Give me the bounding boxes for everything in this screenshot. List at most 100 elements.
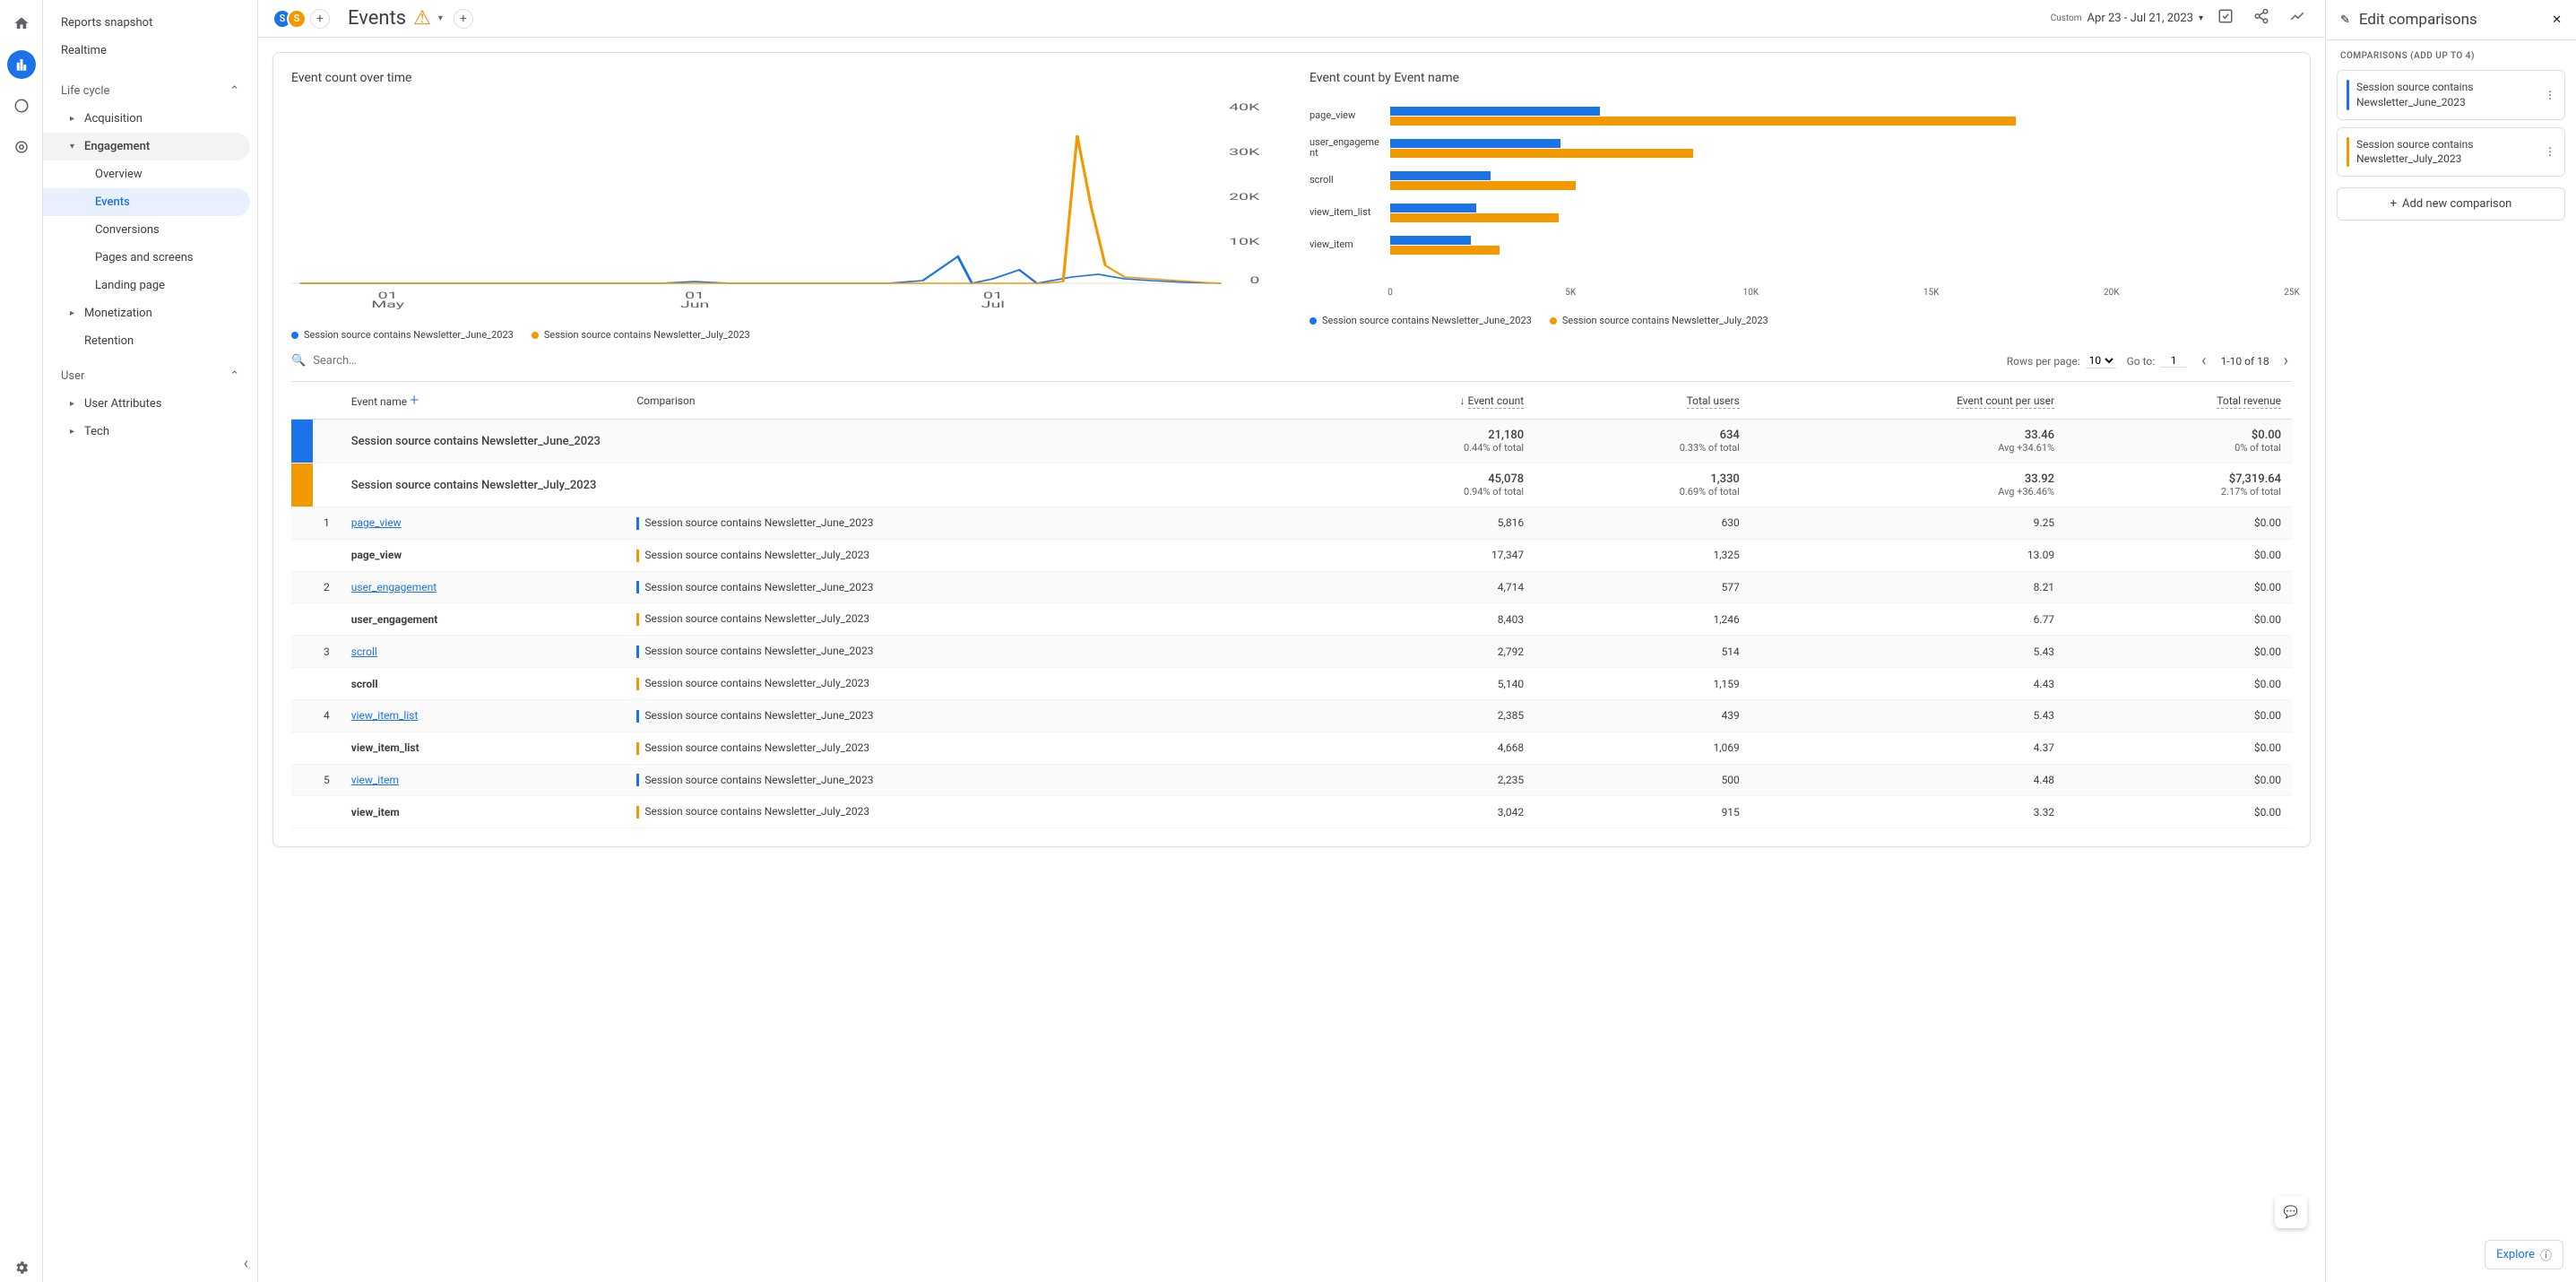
sidebar-reports-snapshot[interactable]: Reports snapshot	[43, 9, 257, 37]
bar	[1390, 236, 1471, 245]
row-ec: 4,714	[1309, 571, 1535, 603]
row-ec: 4,668	[1309, 732, 1535, 764]
line-chart-title: Event count over time	[291, 71, 1274, 85]
row-comp: Session source contains Newsletter_July_…	[626, 668, 1308, 700]
col-event[interactable]: Event name	[351, 395, 407, 408]
add-dimension-icon[interactable]: +	[410, 391, 419, 410]
comparison-card-2[interactable]: Session source contains Newsletter_July_…	[2337, 127, 2565, 178]
nav-retention-label: Retention	[84, 334, 134, 348]
col-comparison[interactable]: Comparison	[636, 394, 695, 407]
col-ecpu[interactable]: Event count per user	[1957, 394, 2054, 409]
bar-xtick: 15K	[1923, 288, 1940, 298]
goto-input[interactable]	[2160, 354, 2187, 368]
row-tu: 1,246	[1534, 603, 1750, 636]
event-link[interactable]: user_engagement	[351, 581, 437, 593]
row-stripe	[291, 507, 313, 540]
comparison-card-1[interactable]: Session source contains Newsletter_June_…	[2337, 70, 2565, 120]
rows-per-select[interactable]: 10	[2086, 353, 2116, 368]
chevron-down-icon[interactable]: ▾	[438, 13, 443, 23]
date-range-picker[interactable]: Custom Apr 23 - Jul 21, 2023 ▾	[2051, 12, 2203, 25]
search-icon: 🔍	[291, 354, 306, 368]
close-icon[interactable]: ✕	[2552, 13, 2562, 27]
edit-comparisons-panel: ✎ Edit comparisons ✕ COMPARISONS (ADD UP…	[2325, 0, 2576, 1282]
nav-engagement[interactable]: ▾Engagement	[43, 133, 250, 160]
home-icon[interactable]	[7, 9, 36, 38]
row-ecpu: 3.32	[1750, 796, 2065, 828]
row-ecpu: 5.43	[1750, 699, 2065, 732]
event-link[interactable]: view_item_list	[351, 709, 419, 722]
next-page-icon[interactable]: ›	[2280, 351, 2292, 370]
col-total-users[interactable]: Total users	[1687, 394, 1740, 409]
row-stripe	[291, 699, 313, 732]
bar-chart-col: Event count by Event name page_viewuser_…	[1310, 71, 2292, 341]
gear-icon[interactable]	[7, 1253, 36, 1282]
row-num: 2	[313, 571, 341, 603]
sub-pages[interactable]: Pages and screens	[43, 244, 250, 272]
share-icon[interactable]	[2248, 8, 2275, 29]
search-input[interactable]	[313, 354, 492, 368]
row-num	[313, 732, 341, 764]
sub-events[interactable]: Events	[43, 188, 250, 216]
comparison-1-text: Session source contains Newsletter_June_…	[2356, 80, 2537, 110]
section-user[interactable]: User ⌃	[43, 362, 257, 390]
sub-overview[interactable]: Overview	[43, 160, 250, 188]
feedback-icon[interactable]: 💬	[2275, 1196, 2307, 1228]
sub-conversions[interactable]: Conversions	[43, 216, 250, 244]
event-link[interactable]: view_item	[351, 774, 399, 786]
row-event: view_item_list	[341, 732, 627, 764]
row-num	[313, 603, 341, 636]
nav-tech[interactable]: ▸Tech	[43, 418, 250, 446]
xtick-jun: 01Jun	[680, 290, 709, 310]
prev-page-icon[interactable]: ‹	[2198, 351, 2209, 370]
customize-icon[interactable]	[2212, 8, 2239, 29]
insights-icon[interactable]	[2284, 8, 2311, 29]
event-link[interactable]: scroll	[351, 645, 377, 658]
add-card-button[interactable]: +	[454, 9, 473, 29]
row-ecpu: 4.43	[1750, 668, 2065, 700]
row-rev: $0.00	[2065, 636, 2292, 668]
collapse-sidebar-icon[interactable]: ‹	[244, 1254, 248, 1273]
event-link[interactable]: page_view	[351, 516, 402, 529]
row-tu: 500	[1534, 764, 1750, 796]
bar	[1390, 107, 1600, 116]
explore-icon[interactable]	[7, 91, 36, 120]
line-legend: Session source contains Newsletter_June_…	[291, 329, 1274, 341]
col-event-count[interactable]: Event count	[1468, 394, 1525, 409]
col-revenue[interactable]: Total revenue	[2217, 394, 2281, 409]
page-info: 1-10 of 18	[2221, 355, 2269, 368]
row-rev: $0.00	[2065, 796, 2292, 828]
caret-down-icon: ▾	[70, 142, 84, 152]
row-rev: $0.00	[2065, 603, 2292, 636]
nav-user-attrs[interactable]: ▸User Attributes	[43, 390, 250, 418]
summary-ec: 21,1800.44% of total	[1309, 420, 1535, 463]
xtick-jul: 01Jul	[981, 290, 1005, 310]
comparison-indicator-blue	[2347, 80, 2349, 110]
chip-comparison-2[interactable]: S	[287, 9, 307, 29]
row-comp: Session source contains Newsletter_July_…	[626, 732, 1308, 764]
summary-row: Session source contains Newsletter_June_…	[291, 420, 2292, 463]
nav-retention[interactable]: Retention	[43, 327, 250, 355]
sidebar-realtime[interactable]: Realtime	[43, 37, 257, 65]
table-controls: 🔍 Rows per page: 10 Go to: ‹ 1-10 of 18 …	[291, 341, 2292, 381]
bar-track	[1390, 203, 2292, 223]
add-comparison-button[interactable]: + Add new comparison	[2337, 187, 2565, 221]
row-stripe	[291, 636, 313, 668]
ads-icon[interactable]	[7, 133, 36, 161]
explore-button[interactable]: Explore ⓘ	[2485, 1240, 2563, 1269]
add-comparison-chip[interactable]: +	[310, 9, 330, 29]
edit-icon: ✎	[2340, 13, 2350, 27]
row-ecpu: 13.09	[1750, 539, 2065, 571]
row-event: scroll	[341, 636, 627, 668]
row-rev: $0.00	[2065, 539, 2292, 571]
bar-track	[1390, 138, 2292, 159]
nav-monetization[interactable]: ▸Monetization	[43, 299, 250, 327]
warning-icon[interactable]: ⚠	[413, 7, 431, 30]
more-icon[interactable]: ⋮	[2545, 89, 2555, 101]
sub-landing[interactable]: Landing page	[43, 272, 250, 299]
more-icon[interactable]: ⋮	[2545, 145, 2555, 158]
section-life-cycle[interactable]: Life cycle ⌃	[43, 77, 257, 105]
bar	[1390, 117, 2016, 126]
row-event: scroll	[341, 668, 627, 700]
reports-icon[interactable]	[7, 50, 36, 79]
nav-acquisition[interactable]: ▸Acquisition	[43, 105, 250, 133]
